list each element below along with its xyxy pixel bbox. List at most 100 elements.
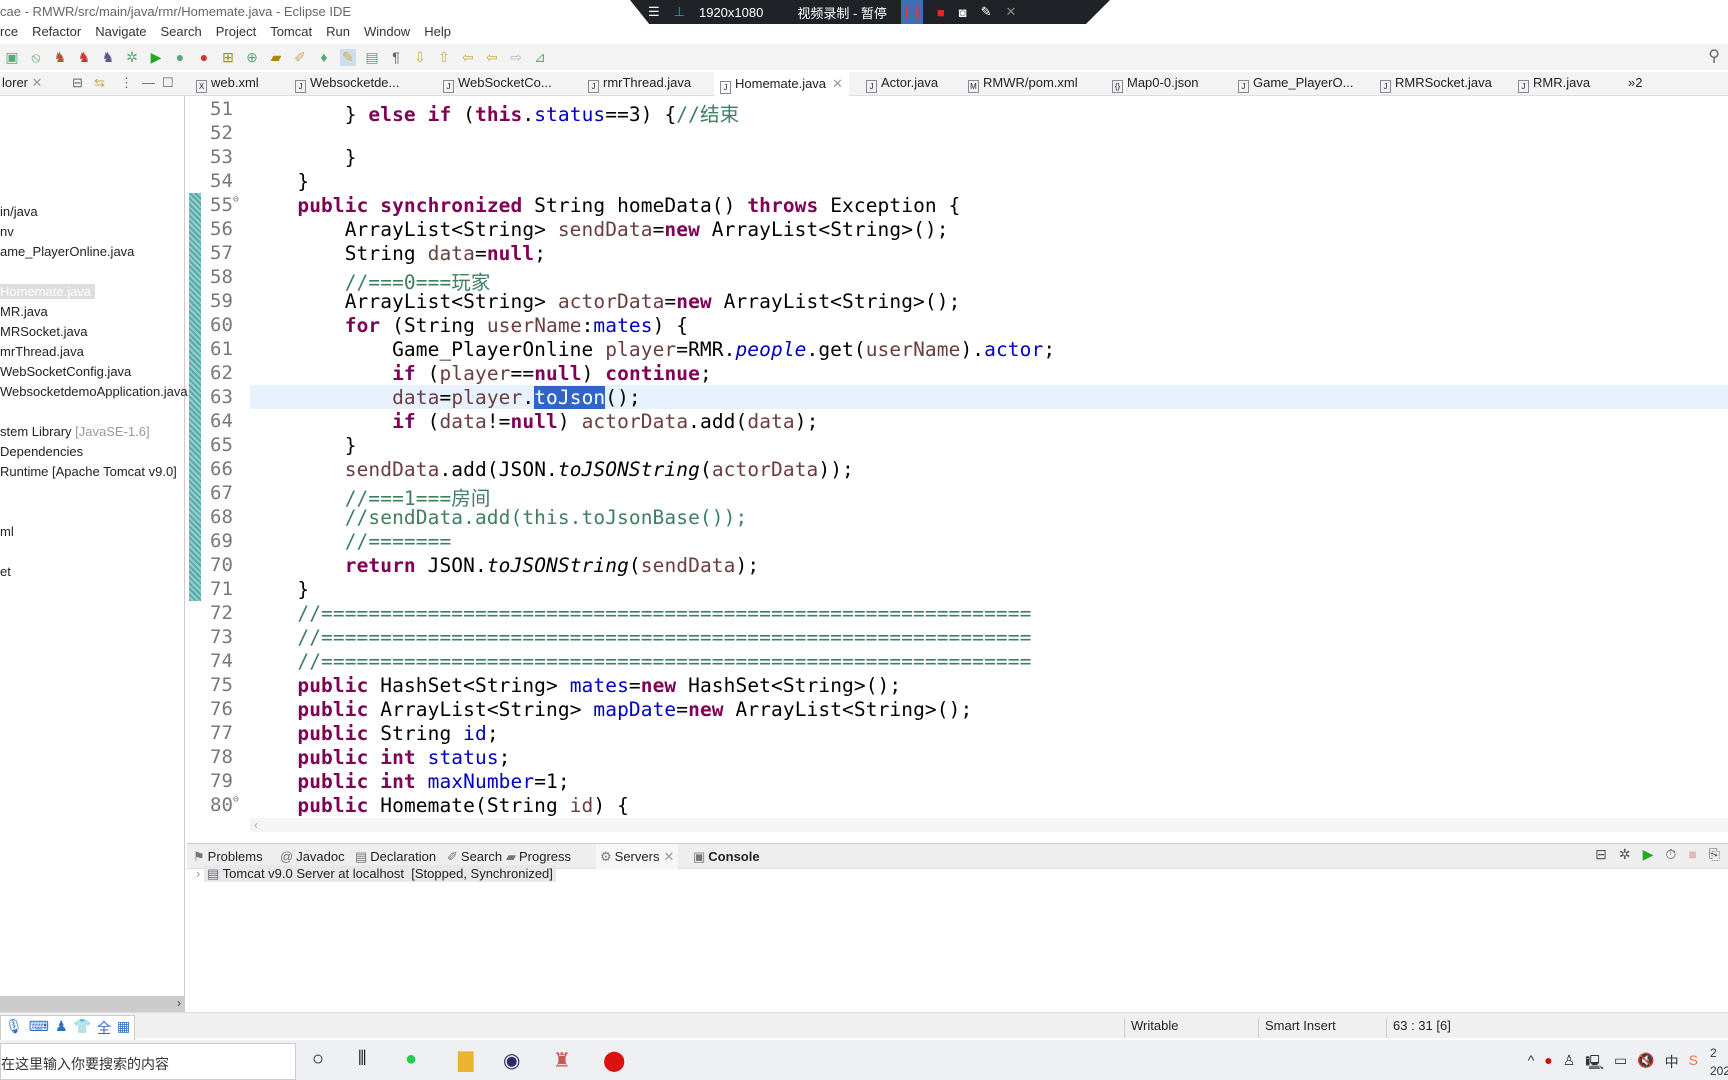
tomcat-start-icon[interactable]: ♞ [52,49,68,66]
tomcat-restart-icon[interactable]: ♞ [100,49,116,66]
expand-chevron-icon[interactable]: › [196,866,200,881]
skin-icon[interactable]: 👕 [74,1018,91,1038]
explorer-item[interactable]: Dependencies [0,444,83,459]
stop-button[interactable]: ■ [937,5,945,20]
menu-tomcat[interactable]: Tomcat [270,24,312,42]
skip-breakpoints-icon[interactable]: ⦸ [28,49,44,66]
microphone-icon[interactable]: 🎙 [5,1018,23,1038]
back-icon[interactable]: ⇦ [484,49,500,66]
file-explorer-icon[interactable]: ▇ [458,1048,473,1073]
task-view-icon[interactable]: ⫴ [358,1048,366,1071]
taskbar-search-input[interactable]: 在这里输入你要搜索的内容 [0,1043,296,1080]
link-editor-icon[interactable]: ⇆ [94,75,105,91]
menu-help[interactable]: Help [424,24,451,42]
view-menu-icon[interactable]: ⋮ [120,75,133,91]
explorer-item[interactable]: et [0,564,11,579]
editor-tab[interactable]: J Game_PlayerO... [1238,75,1353,93]
save-icon[interactable]: ▣ [4,49,20,66]
pause-button[interactable]: ❙❙ [900,0,923,24]
recorder-icon[interactable]: ⬤ [603,1048,625,1073]
network-icon[interactable]: 🖳 [1585,1052,1604,1076]
tray-record-icon[interactable]: ● [1544,1052,1552,1076]
grid-icon[interactable]: ▦ [117,1018,130,1038]
explorer-item[interactable]: ml [0,524,14,539]
editor-tab[interactable]: J RMRSocket.java [1380,75,1492,93]
minimize-icon[interactable]: — [142,75,155,90]
explorer-item[interactable]: in/java [0,204,38,219]
tab-problems[interactable]: ⚑ Problems [193,849,263,865]
editor-tab[interactable]: {} Map0-0.json [1112,75,1199,93]
pin-icon[interactable]: ⊥ [674,4,685,20]
open-type-icon[interactable]: ▰ [268,49,284,66]
mark-occurrences-icon[interactable]: ✎ [340,48,356,66]
tab-console[interactable]: ▣ Console [693,849,760,865]
eclipse-icon[interactable]: ◉ [503,1048,520,1073]
editor-tab[interactable]: M RMWR/pom.xml [968,75,1078,93]
fullwidth-icon[interactable]: 全 [97,1018,111,1038]
editor-tab[interactable]: Xweb.xml [196,75,259,93]
volume-muted-icon[interactable]: 🔇 [1637,1052,1654,1076]
menu-search[interactable]: Search [161,24,202,42]
whitespace-icon[interactable]: ¶ [388,49,404,65]
explorer-item[interactable]: MR.java [0,304,48,319]
tab-search[interactable]: ✐ Search [447,849,502,865]
editor-tab[interactable]: J Homemate.java ✕ [714,72,849,96]
stop-server-icon[interactable]: ■ [1688,846,1696,863]
tab-progress[interactable]: ▰ Progress [506,849,571,865]
cortana-icon[interactable]: ○ [312,1048,324,1071]
menu-icon[interactable]: ☰ [648,4,660,20]
explorer-item[interactable]: WebsocketdemoApplication.java [0,384,188,399]
menu-navigate[interactable]: Navigate [95,24,146,42]
battery-icon[interactable]: ▭ [1614,1052,1627,1076]
last-edit-icon[interactable]: ⇦ [460,49,476,66]
search-icon[interactable]: ⚲ [1708,46,1720,66]
maximize-icon[interactable]: ☐ [162,75,174,91]
explorer-item[interactable]: Runtime [Apache Tomcat v9.0] [0,464,177,479]
editor-tab[interactable]: »2 [1628,75,1642,90]
menu-window[interactable]: Window [364,24,410,42]
search-tool-icon[interactable]: ✐ [292,49,308,66]
package-explorer-tab[interactable]: lorer ✕ [2,75,43,91]
explorer-item[interactable]: WebSocketConfig.java [0,364,131,379]
start-server-icon[interactable]: ▶ [1643,846,1654,863]
editor-tab[interactable]: J WebSocketCo... [443,75,552,93]
block-select-icon[interactable]: ▤ [364,49,380,66]
profile-server-icon[interactable]: ⏱ [1665,846,1676,863]
prev-annotation-icon[interactable]: ⇧ [436,49,452,66]
explorer-item[interactable]: ame_PlayerOnline.java [0,244,134,259]
camera-icon[interactable]: ◙ [959,5,967,20]
explorer-horizontal-scrollbar[interactable]: › [0,996,185,1012]
tomcat-icon[interactable]: ♜ [553,1048,571,1073]
close-icon[interactable]: ✕ [32,75,43,90]
forward-icon[interactable]: ⇨ [508,49,524,66]
keyboard-icon[interactable]: ⌨ [29,1018,49,1038]
new-icon[interactable]: ⊕ [244,49,260,66]
tray-expand-icon[interactable]: ^ [1528,1052,1535,1076]
qq-icon[interactable]: ♙ [1563,1052,1576,1076]
tab-servers[interactable]: ⚙ Servers ✕ [596,844,679,870]
wechat-icon[interactable]: ● [405,1048,417,1071]
debug-icon[interactable]: ✲ [124,49,140,66]
user-icon[interactable]: ♟ [55,1018,68,1038]
menu-rce[interactable]: rce [0,24,18,42]
coverage-icon[interactable]: ● [172,49,188,65]
editor-tab[interactable]: J RMR.java [1518,75,1590,93]
explorer-item[interactable]: nv [0,224,14,239]
explorer-item[interactable]: stem Library [JavaSE-1.6] [0,424,150,439]
close-icon[interactable]: ✕ [832,76,843,91]
server-row[interactable]: › ▤ Tomcat v9.0 Server at localhost [Sto… [196,865,556,882]
sogou-icon[interactable]: S [1689,1052,1698,1076]
fold-icon[interactable]: ⊖ [233,194,239,205]
editor-horizontal-scrollbar[interactable]: ‹ [250,818,1728,832]
menu-refactor[interactable]: Refactor [32,24,81,42]
external-tools-icon[interactable]: ● [196,49,212,65]
editor-tab[interactable]: J Websocketde... [295,75,399,93]
editor-tab[interactable]: JrmrThread.java [588,75,691,93]
collapse-icon[interactable]: ⊟ [1595,846,1607,863]
tab-javadoc[interactable]: @ Javadoc [280,849,345,864]
new-class-icon[interactable]: ⊞ [220,49,236,66]
tomcat-stop-icon[interactable]: ♞ [76,49,92,66]
close-icon[interactable]: ✕ [663,849,674,864]
menu-project[interactable]: Project [216,24,256,42]
open-task-icon[interactable]: ♦ [316,49,332,65]
